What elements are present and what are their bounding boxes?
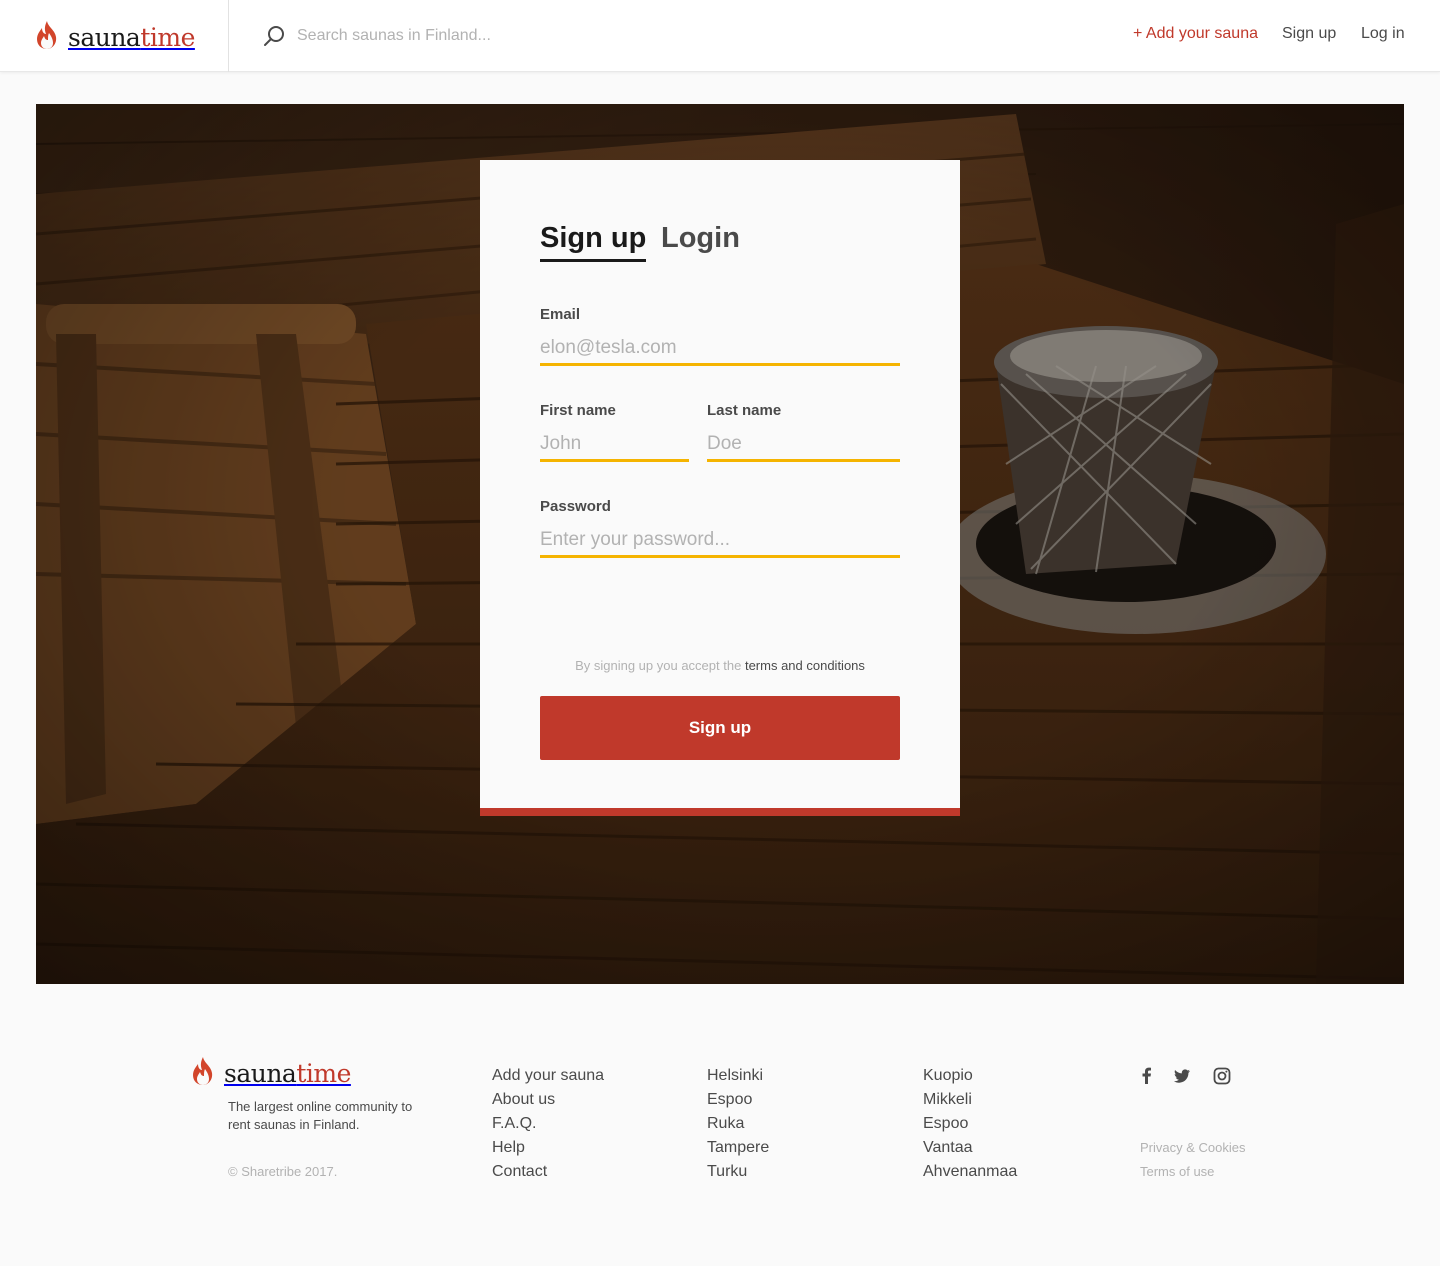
login-link[interactable]: Log in: [1361, 25, 1405, 43]
first-name-label: First name: [540, 402, 616, 419]
instagram-icon[interactable]: [1212, 1066, 1232, 1086]
tab-login[interactable]: Login: [661, 222, 740, 255]
auth-card: Sign up Login Email First name Last name…: [480, 160, 960, 816]
footer-links: Add your sauna About us F.A.Q. Help Cont…: [492, 1064, 604, 1184]
last-name-field[interactable]: [707, 428, 900, 462]
privacy-link[interactable]: Privacy & Cookies: [1140, 1140, 1245, 1155]
flame-icon: [190, 1056, 216, 1091]
city-link[interactable]: Ahvenanmaa: [923, 1163, 1017, 1180]
search-icon: [262, 24, 286, 48]
search-input[interactable]: [297, 22, 717, 50]
flame-icon: [34, 20, 60, 55]
signup-link[interactable]: Sign up: [1282, 25, 1336, 43]
password-field[interactable]: [540, 524, 900, 558]
city-link[interactable]: Espoo: [707, 1091, 752, 1108]
terms-of-use-link[interactable]: Terms of use: [1140, 1164, 1214, 1179]
twitter-icon[interactable]: [1172, 1066, 1192, 1086]
footer-link-help[interactable]: Help: [492, 1139, 525, 1156]
last-name-label: Last name: [707, 402, 782, 419]
logo-text-time: time: [140, 23, 195, 52]
city-link[interactable]: Mikkeli: [923, 1091, 972, 1108]
terms-prefix: By signing up you accept the: [575, 658, 742, 673]
city-link[interactable]: Turku: [707, 1163, 747, 1180]
city-link[interactable]: Tampere: [707, 1139, 769, 1156]
email-field[interactable]: [540, 332, 900, 366]
city-link[interactable]: Espoo: [923, 1115, 968, 1132]
footer-logo-sauna: sauna: [224, 1059, 297, 1088]
copyright: © Sharetribe 2017.: [228, 1164, 338, 1179]
terms-notice: By signing up you accept the terms and c…: [540, 658, 900, 673]
top-bar: saunatime + Add your sauna Sign up Log i…: [0, 0, 1440, 72]
tab-signup[interactable]: Sign up: [540, 222, 647, 262]
footer-logo-time: time: [296, 1059, 351, 1088]
city-link[interactable]: Ruka: [707, 1115, 744, 1132]
footer-logo[interactable]: saunatime: [190, 1056, 351, 1091]
city-link[interactable]: Kuopio: [923, 1067, 973, 1084]
footer-tagline: The largest online community to rent sau…: [228, 1099, 413, 1132]
email-label: Email: [540, 306, 581, 323]
first-name-field[interactable]: [540, 428, 689, 462]
password-label: Password: [540, 498, 611, 515]
footer-cities-1: Helsinki Espoo Ruka Tampere Turku: [707, 1064, 769, 1184]
city-link[interactable]: Helsinki: [707, 1067, 763, 1084]
footer-cities-2: Kuopio Mikkeli Espoo Vantaa Ahvenanmaa: [923, 1064, 1017, 1184]
footer-link-faq[interactable]: F.A.Q.: [492, 1115, 536, 1132]
logo-container: saunatime: [0, 0, 229, 72]
terms-link[interactable]: terms and conditions: [745, 658, 865, 673]
footer-link-contact[interactable]: Contact: [492, 1163, 547, 1180]
footer-link-about[interactable]: About us: [492, 1091, 555, 1108]
signup-submit-button[interactable]: Sign up: [540, 696, 900, 760]
facebook-icon[interactable]: [1137, 1066, 1157, 1086]
footer-link-add-sauna[interactable]: Add your sauna: [492, 1067, 604, 1084]
site-logo[interactable]: saunatime: [34, 20, 195, 55]
logo-text-sauna: sauna: [68, 23, 141, 52]
add-sauna-link[interactable]: + Add your sauna: [1133, 25, 1258, 43]
city-link[interactable]: Vantaa: [923, 1139, 973, 1156]
